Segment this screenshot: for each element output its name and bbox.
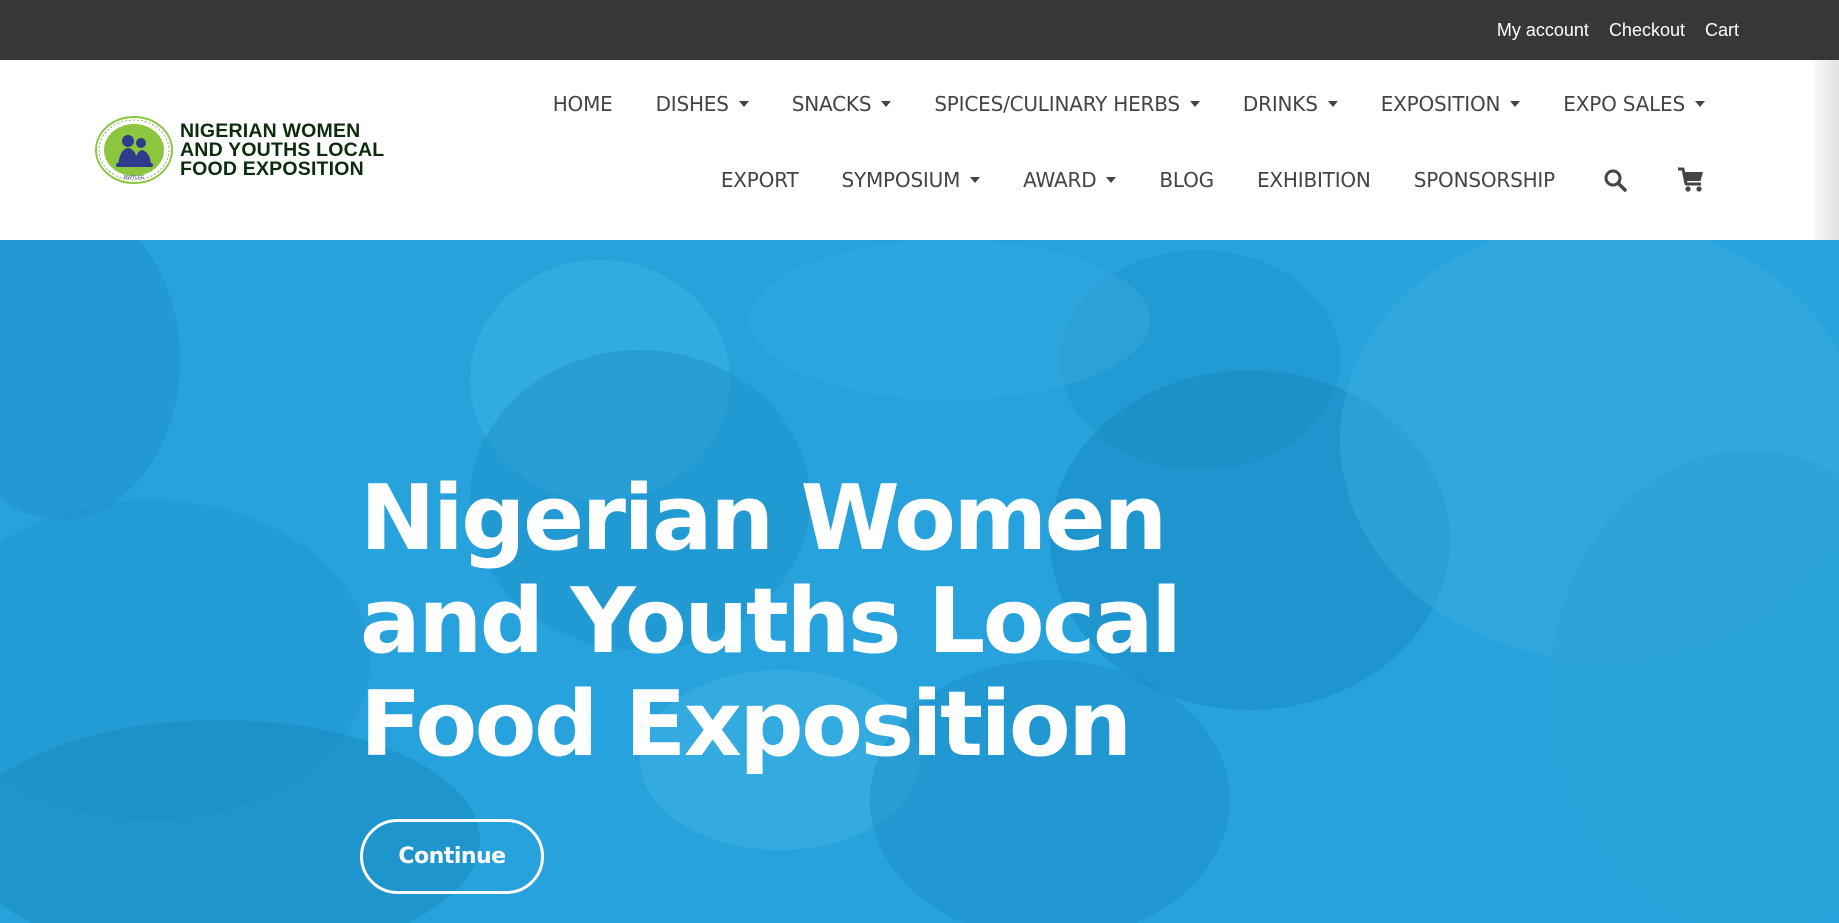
nav-award-label: AWARD [1023, 168, 1097, 192]
nav-drinks[interactable]: DRINKS [1243, 92, 1338, 116]
cart-icon[interactable] [1677, 167, 1705, 193]
nav-dishes[interactable]: DISHES [656, 92, 749, 116]
nav-snacks[interactable]: SNACKS [792, 92, 892, 116]
nav-exposition-label: EXPOSITION [1380, 92, 1501, 116]
nav-home-label: HOME [552, 92, 613, 116]
nav-symposium[interactable]: SYMPOSIUM [841, 168, 981, 192]
caret-down-icon [1510, 101, 1521, 107]
my-account-link[interactable]: My account [1497, 20, 1589, 41]
caret-down-icon [1189, 101, 1200, 107]
top-utility-bar: My account Checkout Cart [0, 0, 1839, 60]
nav-sponsorship-label: SPONSORSHIP [1413, 168, 1555, 192]
continue-button[interactable]: Continue [360, 819, 544, 894]
logo-line-3: FOOD EXPOSITION [180, 157, 364, 180]
nav-spices-label: SPICES/CULINARY HERBS [934, 92, 1180, 116]
nav-symposium-label: SYMPOSIUM [841, 168, 961, 192]
nav-dishes-label: DISHES [655, 92, 729, 116]
site-logo[interactable]: NWYLFE NIGERIAN WOMEN AND YOUTHS LOCAL F… [94, 115, 384, 185]
nav-blog-label: BLOG [1159, 168, 1214, 192]
nav-exhibition-label: EXHIBITION [1256, 168, 1371, 192]
nav-expo-sales-label: EXPO SALES [1563, 92, 1685, 116]
caret-down-icon [738, 101, 749, 107]
caret-down-icon [1695, 101, 1705, 107]
hero-title: Nigerian Women and Youths Local Food Exp… [360, 466, 1182, 777]
nav-exposition[interactable]: EXPOSITION [1381, 92, 1521, 116]
nav-exhibition[interactable]: EXHIBITION [1257, 168, 1371, 192]
nav-home[interactable]: HOME [553, 92, 613, 116]
caret-down-icon [1106, 177, 1117, 183]
hero-banner: Nigerian Women and Youths Local Food Exp… [0, 240, 1839, 923]
scrollbar-track [1813, 60, 1839, 240]
caret-down-icon [970, 177, 981, 183]
nav-expo-sales[interactable]: EXPO SALES [1563, 92, 1705, 116]
nav-drinks-label: DRINKS [1242, 92, 1318, 116]
logo-line-1: NIGERIAN WOMEN [180, 119, 361, 142]
cart-link[interactable]: Cart [1705, 20, 1739, 41]
checkout-link[interactable]: Checkout [1609, 20, 1685, 41]
nav-snacks-label: SNACKS [791, 92, 872, 116]
nav-award[interactable]: AWARD [1023, 168, 1117, 192]
nav-spices[interactable]: SPICES/CULINARY HERBS [934, 92, 1200, 116]
site-header: NWYLFE NIGERIAN WOMEN AND YOUTHS LOCAL F… [0, 60, 1839, 240]
nav-export-label: EXPORT [720, 168, 799, 192]
logo-wordmark: NIGERIAN WOMEN AND YOUTHS LOCAL FOOD EXP… [180, 119, 385, 180]
nav-blog[interactable]: BLOG [1159, 168, 1214, 192]
top-links: My account Checkout Cart [1497, 0, 1739, 60]
search-icon[interactable] [1603, 168, 1627, 192]
caret-down-icon [881, 101, 892, 107]
caret-down-icon [1327, 101, 1338, 107]
nav-sponsorship[interactable]: SPONSORSHIP [1414, 168, 1555, 192]
logo-line-2: AND YOUTHS LOCAL [180, 138, 385, 161]
nav-export[interactable]: EXPORT [721, 168, 799, 192]
main-nav-row-2: EXPORT SYMPOSIUM AWARD BLOG EXHIBITION S… [721, 167, 1705, 193]
logo-emblem-icon: NWYLFE [95, 116, 173, 184]
main-nav-row-1: HOME DISHES SNACKS SPICES/CULINARY HERBS… [553, 92, 1705, 116]
svg-text:NWYLFE: NWYLFE [124, 175, 146, 181]
